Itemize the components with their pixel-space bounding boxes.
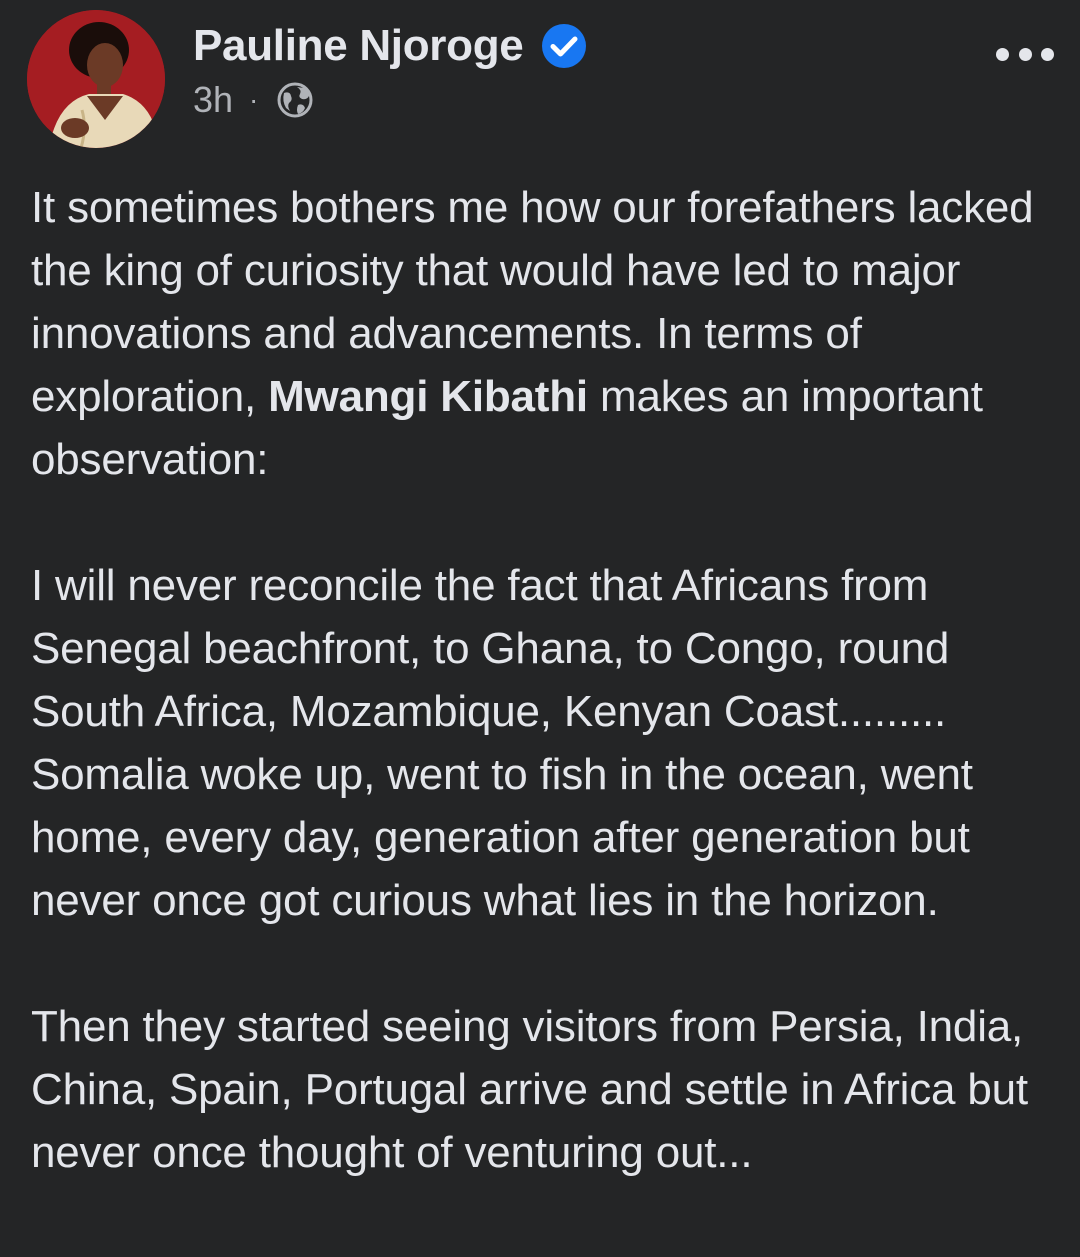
globe-icon[interactable]: [276, 81, 314, 119]
post-timestamp[interactable]: 3h: [193, 79, 233, 121]
post-meta: 3h ·: [193, 78, 314, 122]
post-paragraph-3: Then they started seeing visitors from P…: [31, 1002, 1028, 1177]
post-text: It sometimes bothers me how our forefath…: [31, 176, 1061, 1184]
meta-separator: ·: [249, 84, 259, 115]
post-header: Pauline Njoroge 3h ·: [0, 0, 1080, 160]
more-options-button[interactable]: [996, 34, 1054, 74]
mention-link[interactable]: Mwangi Kibathi: [268, 372, 588, 421]
author-row: Pauline Njoroge: [193, 18, 587, 74]
more-options-dot: [1041, 47, 1054, 61]
avatar-image: [27, 10, 165, 148]
post-paragraph-1: It sometimes bothers me how our forefath…: [31, 176, 1061, 491]
author-name[interactable]: Pauline Njoroge: [193, 21, 524, 71]
avatar[interactable]: [27, 10, 165, 148]
verified-badge-icon: [541, 23, 587, 69]
post-paragraph-2: I will never reconcile the fact that Afr…: [31, 561, 973, 925]
more-options-dot: [996, 47, 1009, 61]
more-options-dot: [1018, 47, 1032, 61]
